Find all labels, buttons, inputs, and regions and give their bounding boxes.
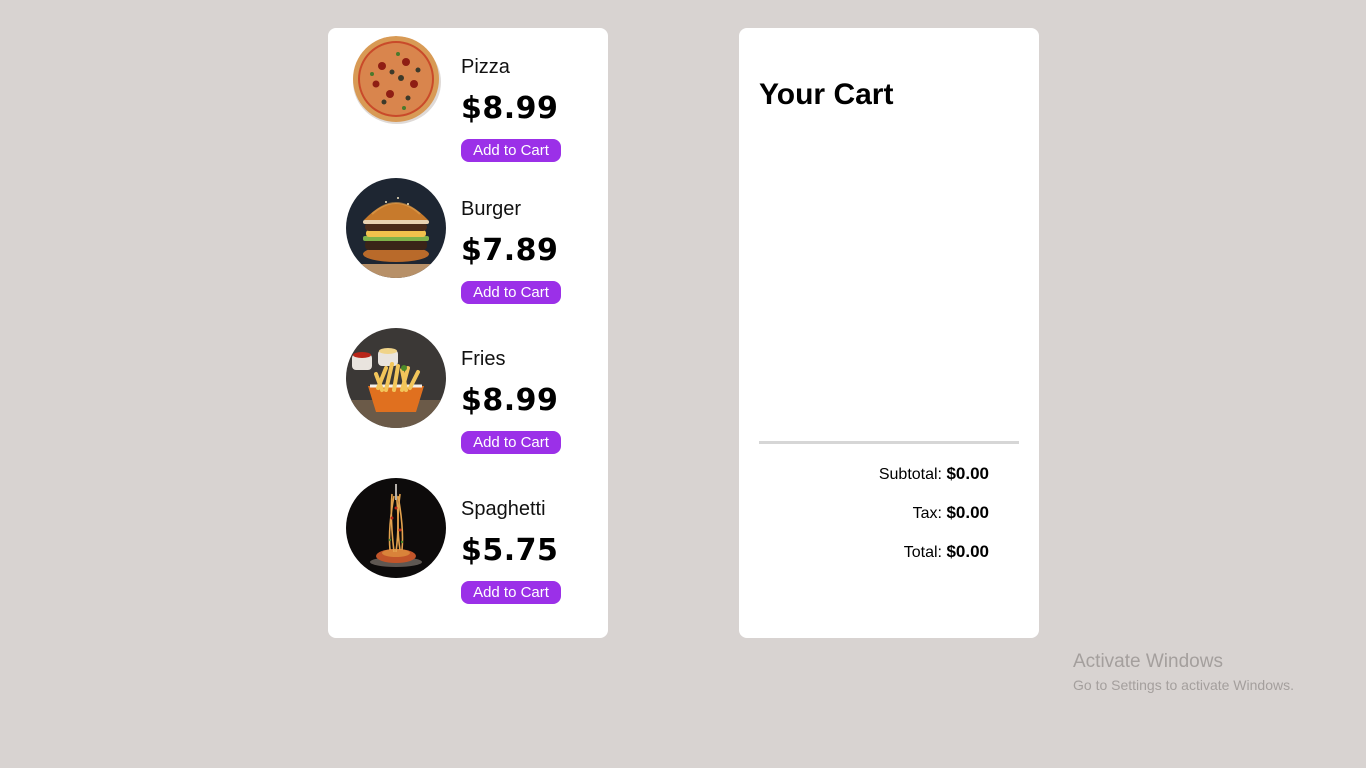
menu-panel: Pizza $8.99 Add to Cart Burger $7.89 Add… (328, 28, 608, 638)
tax-label: Tax: (912, 505, 942, 522)
fries-image (346, 328, 446, 428)
menu-item-name: Pizza (461, 56, 510, 78)
tax-value: $0.00 (946, 503, 989, 522)
subtotal-value: $0.00 (946, 464, 989, 483)
cart-divider (759, 441, 1019, 444)
total-label: Total: (903, 544, 942, 561)
cart-items-list (759, 128, 1019, 428)
menu-item-price: $8.99 (461, 91, 559, 126)
cart-title: Your Cart (759, 78, 894, 111)
pizza-image (346, 36, 446, 136)
activate-windows-watermark: Activate Windows Go to Settings to activ… (1073, 651, 1294, 695)
menu-item-name: Burger (461, 198, 522, 220)
add-to-cart-button[interactable]: Add to Cart (461, 581, 561, 604)
menu-item-name: Spaghetti (461, 498, 546, 520)
subtotal-row: Subtotal: $0.00 (879, 464, 989, 485)
total-row: Total: $0.00 (904, 542, 989, 563)
add-to-cart-button[interactable]: Add to Cart (461, 431, 561, 454)
total-value: $0.00 (946, 542, 989, 561)
spaghetti-image (346, 478, 446, 578)
burger-image (346, 178, 446, 278)
menu-item-price: $7.89 (461, 233, 559, 268)
subtotal-label: Subtotal: (878, 466, 942, 483)
watermark-subtitle: Go to Settings to activate Windows. (1073, 677, 1294, 693)
menu-item-spaghetti: Spaghetti $5.75 Add to Cart (346, 478, 596, 608)
add-to-cart-button[interactable]: Add to Cart (461, 281, 561, 304)
menu-item-fries: Fries $8.99 Add to Cart (346, 328, 596, 458)
menu-item-burger: Burger $7.89 Add to Cart (346, 178, 596, 308)
menu-item-price: $8.99 (461, 383, 559, 418)
menu-item-name: Fries (461, 348, 506, 370)
tax-row: Tax: $0.00 (913, 503, 989, 524)
cart-panel: Your Cart Subtotal: $0.00 Tax: $0.00 Tot… (739, 28, 1039, 638)
watermark-title: Activate Windows (1073, 651, 1223, 672)
add-to-cart-button[interactable]: Add to Cart (461, 139, 561, 162)
menu-item-pizza: Pizza $8.99 Add to Cart (346, 36, 596, 166)
menu-item-price: $5.75 (461, 533, 559, 568)
